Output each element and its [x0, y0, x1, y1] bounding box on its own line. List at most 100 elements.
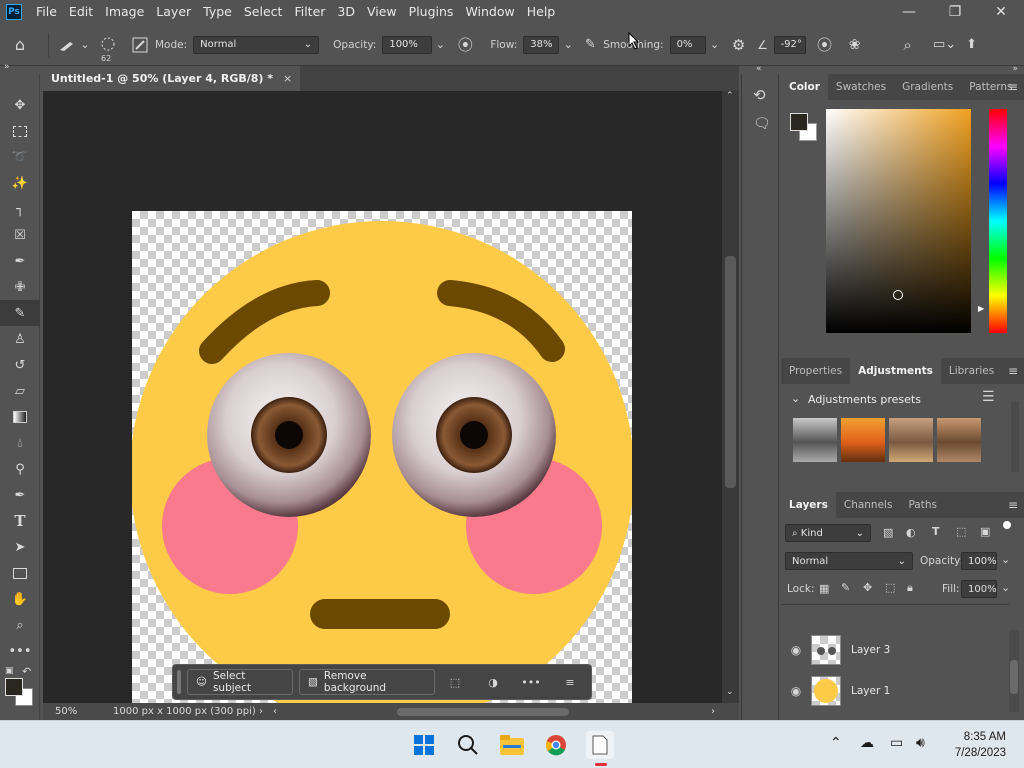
- search-icon[interactable]: ⌕: [886, 36, 930, 54]
- opacity-input[interactable]: 100%: [382, 35, 433, 54]
- preset-thumbnail-warm[interactable]: [841, 418, 885, 462]
- horizontal-scrollbar-thumb[interactable]: [397, 707, 569, 716]
- dodge-tool-icon[interactable]: ⚲: [0, 456, 40, 482]
- menu-help[interactable]: Help: [521, 0, 562, 24]
- menu-edit[interactable]: Edit: [63, 0, 99, 24]
- hand-tool-icon[interactable]: ✋: [0, 586, 40, 612]
- display-icon[interactable]: ▭: [890, 735, 903, 751]
- frame-tool-icon[interactable]: ☒: [0, 222, 40, 248]
- list-view-icon[interactable]: ☰: [982, 389, 995, 405]
- collapse-icon[interactable]: «: [756, 64, 762, 74]
- layer-row-layer-3[interactable]: ◉ Layer 3: [781, 630, 1007, 670]
- lock-all-icon[interactable]: 🔒︎: [907, 581, 913, 595]
- zoom-level[interactable]: 50%: [43, 706, 99, 717]
- lock-position-icon[interactable]: ✥: [863, 581, 872, 594]
- windows-start-icon[interactable]: [410, 731, 438, 759]
- scroll-down-icon[interactable]: ⌄: [726, 687, 734, 697]
- chevron-down-icon[interactable]: ⌄: [559, 38, 577, 51]
- layers-scrollbar-thumb[interactable]: [1010, 660, 1018, 694]
- preset-thumbnail-vintage[interactable]: [889, 418, 933, 462]
- eyedropper-tool-icon[interactable]: ✒: [0, 248, 40, 274]
- close-icon[interactable]: ✕: [978, 0, 1024, 24]
- layer-name[interactable]: Layer 1: [851, 685, 890, 697]
- tab-adjustments[interactable]: Adjustments: [850, 358, 941, 384]
- settings-sliders-icon[interactable]: ≡: [551, 676, 589, 689]
- rectangle-tool-icon[interactable]: [0, 560, 40, 586]
- brush-preset-picker[interactable]: ⌄: [57, 38, 91, 52]
- hue-slider[interactable]: [989, 109, 1007, 333]
- transform-icon[interactable]: ⬚: [435, 676, 475, 689]
- brush-tool-icon[interactable]: ✎: [0, 300, 40, 326]
- network-icon[interactable]: ☁: [860, 735, 874, 751]
- document-canvas[interactable]: [132, 211, 632, 703]
- menu-image[interactable]: Image: [99, 0, 150, 24]
- lock-artboard-icon[interactable]: ⬚: [885, 581, 895, 594]
- canvas-area[interactable]: [43, 91, 722, 703]
- select-subject-button[interactable]: ☺ Select subject: [187, 669, 293, 695]
- close-tab-icon[interactable]: ×: [283, 72, 292, 85]
- file-explorer-icon[interactable]: [498, 731, 526, 759]
- volume-icon[interactable]: 🔊︎: [916, 735, 925, 751]
- tab-paths[interactable]: Paths: [900, 492, 945, 518]
- zoom-tool-icon[interactable]: ⌕: [0, 612, 40, 638]
- airbrush-icon[interactable]: ✎: [577, 37, 603, 52]
- document-app-icon[interactable]: [586, 731, 614, 766]
- drag-handle[interactable]: [177, 670, 181, 694]
- comments-icon[interactable]: 🗨︎: [753, 116, 771, 132]
- layer-filter-select[interactable]: ⌕ Kind ⌄: [785, 524, 871, 542]
- foreground-color-swatch[interactable]: [5, 678, 23, 696]
- scroll-left-icon[interactable]: ‹: [273, 706, 287, 717]
- brush-size-picker[interactable]: 62: [91, 36, 125, 63]
- filter-type-icon[interactable]: T: [932, 525, 940, 538]
- filter-pixel-icon[interactable]: ▧: [883, 526, 893, 539]
- menu-filter[interactable]: Filter: [288, 0, 331, 24]
- minimize-icon[interactable]: —: [886, 0, 932, 24]
- pressure-opacity-icon[interactable]: ⦿: [448, 34, 482, 55]
- tab-channels[interactable]: Channels: [836, 492, 901, 518]
- layer-name[interactable]: Layer 3: [851, 644, 890, 656]
- crop-tool-icon[interactable]: ┐: [0, 196, 40, 222]
- tab-gradients[interactable]: Gradients: [894, 74, 961, 100]
- gear-icon[interactable]: ⚙: [724, 36, 754, 54]
- document-tab[interactable]: Untitled-1 @ 50% (Layer 4, RGB/8) * ×: [43, 66, 301, 91]
- chevron-down-icon[interactable]: ⌄: [791, 392, 800, 405]
- symmetry-icon[interactable]: ❀: [844, 37, 866, 53]
- scrollbar-thumb[interactable]: [725, 256, 736, 488]
- more-tools-icon[interactable]: •••: [0, 638, 40, 664]
- menu-select[interactable]: Select: [238, 0, 289, 24]
- type-tool-icon[interactable]: T: [0, 508, 40, 534]
- home-icon[interactable]: ⌂: [0, 35, 40, 54]
- restore-icon[interactable]: ❐: [932, 0, 978, 24]
- remove-background-button[interactable]: ▧ Remove background: [299, 669, 435, 695]
- chevron-up-icon[interactable]: ⌃: [830, 735, 842, 751]
- preset-thumbnail-sepia[interactable]: [937, 418, 981, 462]
- scroll-up-icon[interactable]: ⌃: [726, 91, 734, 101]
- healing-brush-tool-icon[interactable]: ✙: [0, 274, 40, 300]
- collapse-panels-icon[interactable]: »: [1012, 64, 1018, 74]
- chrome-icon[interactable]: [542, 731, 570, 759]
- mode-select[interactable]: Normal ⌄: [193, 35, 320, 54]
- tab-layers[interactable]: Layers: [781, 492, 836, 518]
- menu-layer[interactable]: Layer: [150, 0, 197, 24]
- angle-input[interactable]: -92°: [773, 35, 806, 54]
- lock-transparent-icon[interactable]: ▦: [819, 582, 829, 595]
- filter-shape-icon[interactable]: ⬚: [956, 525, 966, 538]
- chevron-down-icon[interactable]: ⌄: [706, 38, 724, 51]
- menu-view[interactable]: View: [361, 0, 403, 24]
- panel-menu-icon[interactable]: ≡: [1008, 358, 1018, 384]
- tab-properties[interactable]: Properties: [781, 358, 850, 384]
- stamp-tool-icon[interactable]: ♙: [0, 326, 40, 352]
- chevron-right-icon[interactable]: ›: [259, 706, 273, 717]
- tab-swatches[interactable]: Swatches: [828, 74, 894, 100]
- flow-input[interactable]: 38%: [523, 35, 560, 54]
- chevron-down-icon[interactable]: ⌄: [1001, 581, 1010, 594]
- lock-image-icon[interactable]: ✎: [841, 581, 850, 594]
- fill-input[interactable]: 100%: [961, 580, 997, 598]
- system-clock[interactable]: 8:35 AM 7/28/2023: [955, 729, 1006, 761]
- smoothing-input[interactable]: 0%: [669, 35, 706, 54]
- chevron-down-icon[interactable]: ⌄: [1001, 553, 1010, 566]
- path-selection-tool-icon[interactable]: ➤: [0, 534, 40, 560]
- adjustments-scrollbar[interactable]: [1011, 402, 1019, 472]
- panel-menu-icon[interactable]: ≡: [1008, 492, 1018, 518]
- preset-thumbnail-bw[interactable]: [793, 418, 837, 462]
